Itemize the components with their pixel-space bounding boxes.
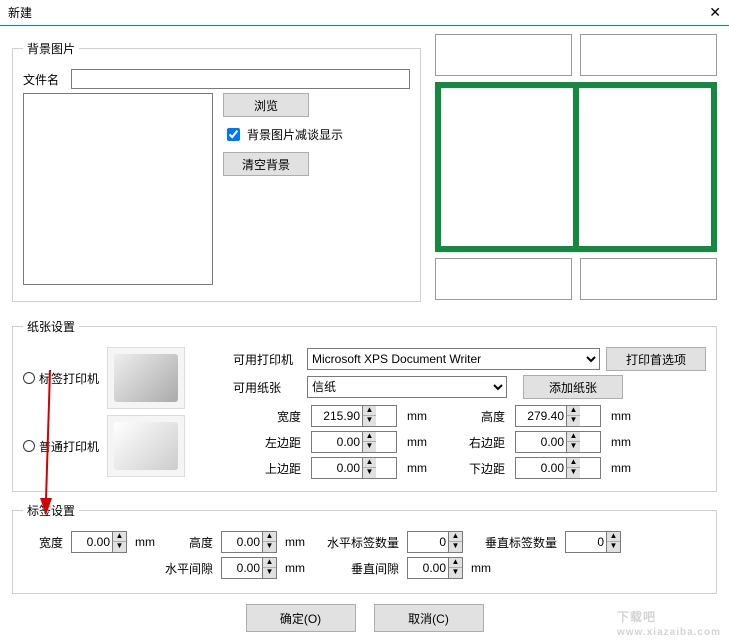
spin-down-icon[interactable]: ▼ xyxy=(263,568,276,578)
spin-down-icon[interactable]: ▼ xyxy=(113,542,126,552)
spin-down-icon[interactable]: ▼ xyxy=(263,542,276,552)
paper-top-label: 上边距 xyxy=(243,460,301,477)
ok-button[interactable]: 确定(O) xyxy=(246,604,356,632)
bg-image-legend: 背景图片 xyxy=(23,40,79,57)
avail-printer-label: 可用打印机 xyxy=(233,351,301,368)
preview-top-left xyxy=(435,34,572,76)
paper-right-label: 右边距 xyxy=(451,434,505,451)
spin-down-icon[interactable]: ▼ xyxy=(607,542,620,552)
label-hgap-unit: mm xyxy=(285,561,305,575)
bg-preview-box xyxy=(23,93,213,285)
radio-normal-printer-text: 普通打印机 xyxy=(39,438,99,455)
label-hcount-label: 水平标签数量 xyxy=(313,534,399,551)
paper-bottom-unit: mm xyxy=(611,461,645,475)
avail-printer-select[interactable]: Microsoft XPS Document Writer xyxy=(307,348,600,370)
paper-right-spin[interactable]: ▲▼ xyxy=(515,431,601,453)
page-preview xyxy=(435,34,717,312)
add-paper-button[interactable]: 添加纸张 xyxy=(523,375,623,399)
label-hcount-spin[interactable]: ▲▼ xyxy=(407,531,463,553)
avail-paper-label: 可用纸张 xyxy=(233,379,301,396)
spin-down-icon[interactable]: ▼ xyxy=(449,568,462,578)
preview-bottom-left xyxy=(435,258,572,300)
paper-left-label: 左边距 xyxy=(243,434,301,451)
radio-circle-icon xyxy=(23,372,35,384)
paper-group: 纸张设置 标签打印机 普通打印机 xyxy=(12,318,717,492)
spin-down-icon[interactable]: ▼ xyxy=(363,468,376,478)
print-pref-button[interactable]: 打印首选项 xyxy=(606,347,706,371)
spin-down-icon[interactable]: ▼ xyxy=(449,542,462,552)
paper-height-label: 高度 xyxy=(451,408,505,425)
label-hgap-label: 水平间隙 xyxy=(163,560,213,577)
clear-bg-button[interactable]: 清空背景 xyxy=(223,152,309,176)
content: 背景图片 文件名 浏览 背景图片减谈显示 清空背景 xyxy=(0,26,729,640)
filename-input[interactable] xyxy=(71,69,410,89)
fade-checkbox[interactable]: 背景图片减谈显示 xyxy=(223,125,343,144)
paper-width-spin[interactable]: ▲▼ xyxy=(311,405,397,427)
close-icon[interactable]: ✕ xyxy=(709,4,721,21)
bg-image-group: 背景图片 文件名 浏览 背景图片减谈显示 清空背景 xyxy=(12,40,421,302)
avail-paper-select[interactable]: 信纸 xyxy=(307,376,507,398)
paper-top-unit: mm xyxy=(407,461,441,475)
radio-normal-printer[interactable]: 普通打印机 xyxy=(23,438,99,455)
normal-printer-icon xyxy=(107,415,185,477)
spin-down-icon[interactable]: ▼ xyxy=(363,442,376,452)
label-width-spin[interactable]: ▲▼ xyxy=(71,531,127,553)
label-vcount-label: 垂直标签数量 xyxy=(471,534,557,551)
paper-right-unit: mm xyxy=(611,435,645,449)
label-height-unit: mm xyxy=(285,535,305,549)
paper-top-spin[interactable]: ▲▼ xyxy=(311,457,397,479)
label-height-label: 高度 xyxy=(163,534,213,551)
paper-width-label: 宽度 xyxy=(243,408,301,425)
paper-width-unit: mm xyxy=(407,409,441,423)
spin-down-icon[interactable]: ▼ xyxy=(567,468,580,478)
paper-height-spin[interactable]: ▲▼ xyxy=(515,405,601,427)
fade-checkbox-label: 背景图片减谈显示 xyxy=(247,126,343,143)
label-hgap-spin[interactable]: ▲▼ xyxy=(221,557,277,579)
preview-label-right xyxy=(579,88,711,246)
paper-height-unit: mm xyxy=(611,409,645,423)
preview-top-right xyxy=(580,34,717,76)
label-legend: 标签设置 xyxy=(23,502,79,519)
window-title: 新建 xyxy=(8,4,32,21)
label-height-spin[interactable]: ▲▼ xyxy=(221,531,277,553)
label-vgap-label: 垂直间隙 xyxy=(313,560,399,577)
cancel-button[interactable]: 取消(C) xyxy=(374,604,484,632)
label-vgap-spin[interactable]: ▲▼ xyxy=(407,557,463,579)
titlebar: 新建 ✕ xyxy=(0,0,729,26)
browse-button[interactable]: 浏览 xyxy=(223,93,309,117)
radio-label-printer-text: 标签打印机 xyxy=(39,370,99,387)
preview-main xyxy=(435,82,717,252)
label-vgap-unit: mm xyxy=(471,561,491,575)
label-width-label: 宽度 xyxy=(23,534,63,551)
preview-label-left xyxy=(441,88,573,246)
preview-bottom-right xyxy=(580,258,717,300)
radio-label-printer[interactable]: 标签打印机 xyxy=(23,370,99,387)
label-width-unit: mm xyxy=(135,535,155,549)
paper-bottom-label: 下边距 xyxy=(451,460,505,477)
label-printer-icon xyxy=(107,347,185,409)
label-group: 标签设置 宽度 ▲▼ mm 高度 ▲▼ mm 水平标签数量 ▲▼ 垂直标签数量 … xyxy=(12,502,717,594)
spin-down-icon[interactable]: ▼ xyxy=(567,442,580,452)
fade-checkbox-input[interactable] xyxy=(227,128,240,141)
paper-left-spin[interactable]: ▲▼ xyxy=(311,431,397,453)
label-vcount-spin[interactable]: ▲▼ xyxy=(565,531,621,553)
paper-legend: 纸张设置 xyxy=(23,318,79,335)
radio-circle-icon xyxy=(23,440,35,452)
spin-down-icon[interactable]: ▼ xyxy=(567,416,580,426)
paper-left-unit: mm xyxy=(407,435,441,449)
paper-bottom-spin[interactable]: ▲▼ xyxy=(515,457,601,479)
filename-label: 文件名 xyxy=(23,71,71,88)
spin-down-icon[interactable]: ▼ xyxy=(363,416,376,426)
